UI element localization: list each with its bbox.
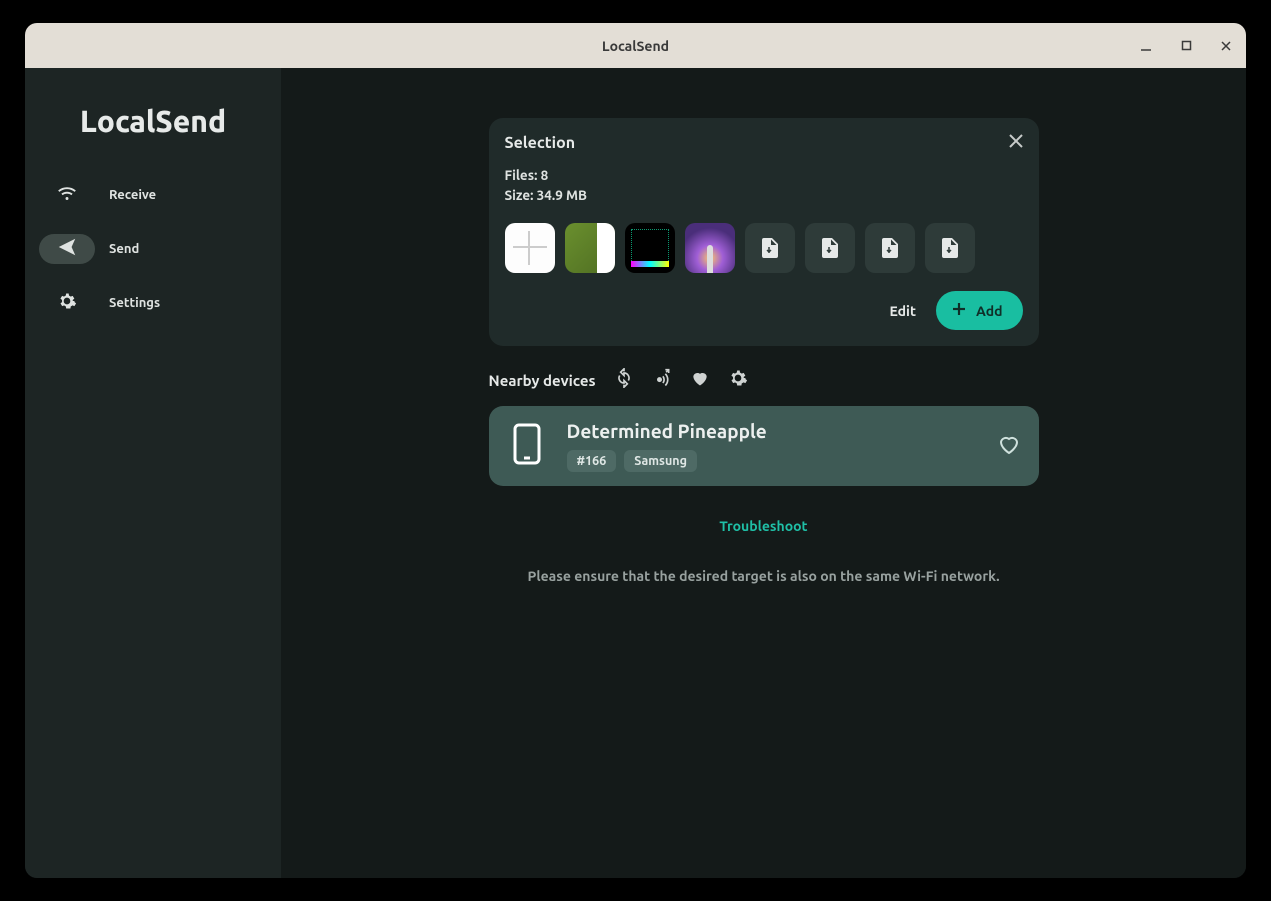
gear-icon xyxy=(57,291,77,315)
selection-title: Selection xyxy=(505,134,1023,152)
sidebar-item-send[interactable]: Send xyxy=(25,222,281,276)
device-name: Determined Pineapple xyxy=(567,420,977,442)
window-controls xyxy=(1126,23,1246,68)
thumbnail[interactable] xyxy=(565,223,615,273)
radar-icon[interactable] xyxy=(652,368,672,392)
device-tag: Samsung xyxy=(624,450,697,472)
nearby-header: Nearby devices xyxy=(489,368,1039,392)
troubleshoot-link[interactable]: Troubleshoot xyxy=(489,518,1039,534)
sidebar-item-label: Settings xyxy=(109,296,160,310)
close-button[interactable] xyxy=(1206,23,1246,68)
wifi-icon xyxy=(56,182,78,208)
selection-file-count: Files: 8 xyxy=(505,166,1023,186)
edit-selection-button[interactable]: Edit xyxy=(890,303,917,319)
settings-icon[interactable] xyxy=(728,368,748,392)
close-selection-button[interactable] xyxy=(999,124,1033,158)
sidebar-item-receive[interactable]: Receive xyxy=(25,168,281,222)
add-files-button[interactable]: Add xyxy=(936,291,1023,330)
nearby-title: Nearby devices xyxy=(489,372,596,389)
thumbnail[interactable] xyxy=(625,223,675,273)
network-hint: Please ensure that the desired target is… xyxy=(489,568,1039,584)
heart-icon[interactable] xyxy=(690,368,710,392)
sync-icon[interactable] xyxy=(614,368,634,392)
titlebar: LocalSend xyxy=(25,23,1246,68)
sidebar-item-label: Receive xyxy=(109,188,156,202)
plus-icon xyxy=(950,300,968,321)
add-button-label: Add xyxy=(976,303,1003,319)
main-content: Selection Files: 8 Size: 34.9 MB Edit xyxy=(281,68,1246,878)
sidebar-item-label: Send xyxy=(109,242,139,256)
device-card[interactable]: Determined Pineapple #166 Samsung xyxy=(489,406,1039,486)
thumbnail[interactable] xyxy=(685,223,735,273)
favorite-button[interactable] xyxy=(997,432,1021,460)
send-icon xyxy=(56,236,78,262)
phone-icon xyxy=(512,422,542,470)
thumbnail[interactable] xyxy=(505,223,555,273)
app-window: LocalSend LocalSend Receive xyxy=(25,23,1246,878)
sidebar-item-settings[interactable]: Settings xyxy=(25,276,281,330)
maximize-button[interactable] xyxy=(1166,23,1206,68)
minimize-button[interactable] xyxy=(1126,23,1166,68)
thumbnail[interactable] xyxy=(745,223,795,273)
selection-thumbnails xyxy=(505,223,1023,273)
selection-card: Selection Files: 8 Size: 34.9 MB Edit xyxy=(489,118,1039,346)
window-title: LocalSend xyxy=(602,38,669,54)
thumbnail[interactable] xyxy=(805,223,855,273)
device-tag: #166 xyxy=(567,450,617,472)
thumbnail[interactable] xyxy=(865,223,915,273)
selection-size: Size: 34.9 MB xyxy=(505,186,1023,206)
thumbnail[interactable] xyxy=(925,223,975,273)
sidebar: LocalSend Receive Send xyxy=(25,68,281,878)
app-logo: LocalSend xyxy=(25,94,281,168)
